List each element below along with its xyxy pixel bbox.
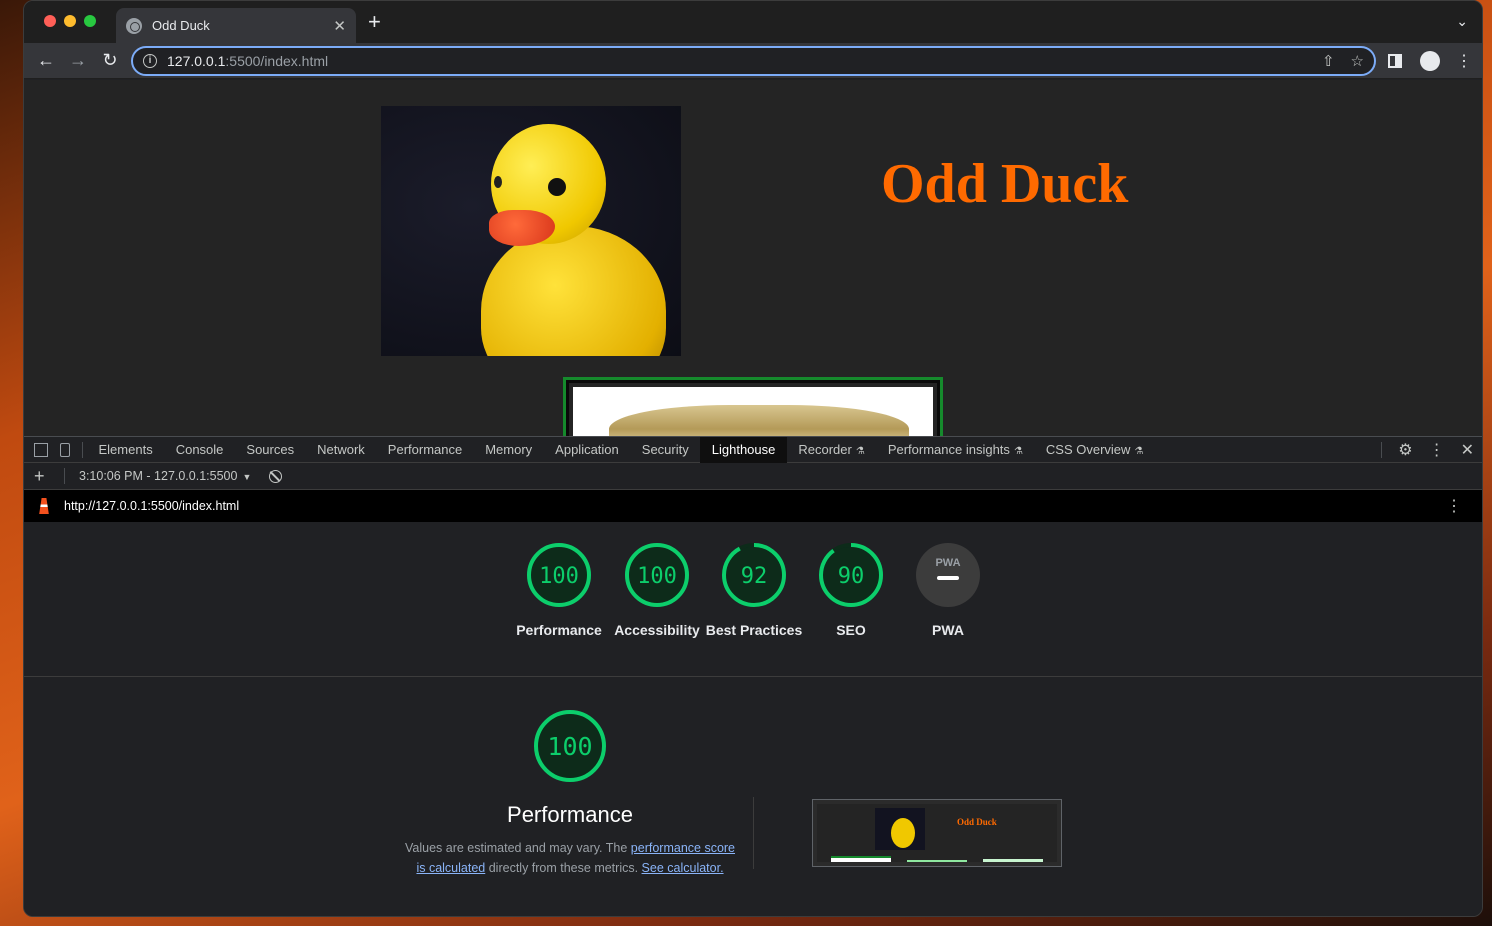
profile-avatar-icon[interactable] [1420,51,1440,71]
pwa-badge-icon: PWA [916,543,980,607]
gauge-accessibility[interactable]: 100 Accessibility [608,542,706,640]
side-panel-icon[interactable] [1388,54,1402,68]
globe-icon [126,17,142,34]
browser-window: Odd Duck ✕ + ⌄ ← → ↻ i 127.0.0.1 :5500/i… [23,0,1483,917]
browser-menu-icon[interactable]: ⋮ [1456,51,1472,71]
gauge-score: 100 [637,564,677,589]
gauge-pwa[interactable]: PWA PWA [899,542,997,640]
tab-performance[interactable]: Performance [376,437,473,463]
maximize-window-button[interactable] [84,15,96,27]
product-image [563,377,943,436]
performance-summary: 100 Performance Values are estimated and… [404,709,736,878]
devtools-menu-icon[interactable]: ⋮ [1429,440,1445,460]
tab-security[interactable]: Security [630,437,700,463]
performance-gauge-large: 100 [534,710,606,782]
new-report-plus-icon[interactable]: + [34,466,48,487]
gauge-best-practices[interactable]: 92 Best Practices [705,542,803,640]
forward-arrow-icon[interactable]: → [66,49,90,71]
tab-performance-insights[interactable]: Performance insights ⚗ [876,437,1034,463]
report-menu-icon[interactable]: ⋮ [1446,496,1462,516]
tab-search-chevron-icon[interactable]: ⌄ [1456,13,1468,30]
performance-title: Performance [507,802,633,827]
thumbnail-heading: Odd Duck [957,817,997,827]
experiment-flask-icon: ⚗ [1134,445,1144,457]
lighthouse-logo-icon [39,498,49,514]
tab-lighthouse[interactable]: Lighthouse [700,436,787,463]
lighthouse-toolbar: + 3:10:06 PM - 127.0.0.1:5500 ▼ [24,463,1482,490]
experiment-flask-icon: ⚗ [855,445,865,457]
inspect-element-icon[interactable] [34,442,48,457]
gauge-label: PWA [932,622,964,638]
gauge-label: SEO [836,622,866,638]
gauge-performance[interactable]: 100 Performance [510,542,608,640]
address-bar[interactable]: i 127.0.0.1 :5500/index.html ⇧ ☆ [131,46,1376,76]
performance-score: 100 [547,732,592,761]
url-host: 127.0.0.1 [167,53,226,69]
thumbnail-duck-image [875,808,925,850]
see-calculator-link[interactable]: See calculator. [642,861,724,875]
report-url: http://127.0.0.1:5500/index.html [64,499,240,513]
page-heading: Odd Duck [881,153,1129,215]
back-arrow-icon[interactable]: ← [34,49,58,71]
gauge-label: Best Practices [705,622,803,638]
tab-title: Odd Duck [152,18,210,33]
reload-icon[interactable]: ↻ [98,49,122,71]
gauge-label: Performance [516,622,602,638]
tab-console[interactable]: Console [164,437,235,463]
performance-description: Values are estimated and may vary. The p… [404,841,736,875]
gauge-score: 92 [741,564,768,589]
url-path: :5500/index.html [225,53,329,69]
final-screenshot-thumbnail[interactable]: Odd Duck [812,799,1062,867]
lighthouse-report-url-bar: http://127.0.0.1:5500/index.html ⋮ [24,490,1482,522]
gauge-score: 90 [838,564,865,589]
tab-elements[interactable]: Elements [87,437,164,463]
score-gauges: 100 Performance 100 Accessibility 92 Bes… [24,522,1482,677]
close-devtools-icon[interactable]: ✕ [1461,440,1474,460]
tab-sources[interactable]: Sources [235,437,306,463]
tab-css-overview[interactable]: CSS Overview ⚗ [1034,437,1155,463]
tab-application[interactable]: Application [544,437,631,463]
bookmark-star-icon[interactable]: ☆ [1351,52,1364,70]
gauge-label: Accessibility [614,622,700,638]
gauge-score: 100 [539,564,579,589]
devtools-tabbar: Elements Console Sources Network Perform… [24,436,1482,463]
tab-strip: Odd Duck ✕ + ⌄ [24,1,1482,43]
experiment-flask-icon: ⚗ [1013,445,1023,457]
site-info-icon[interactable]: i [143,54,157,68]
minimize-window-button[interactable] [64,15,76,27]
close-window-button[interactable] [44,15,56,27]
close-tab-icon[interactable]: ✕ [333,17,346,35]
gauge-ring: 100 [527,543,591,607]
dropdown-caret-icon: ▼ [242,472,252,482]
gauge-ring: 100 [625,543,689,607]
device-toolbar-icon[interactable] [60,442,70,457]
share-icon[interactable]: ⇧ [1322,52,1335,70]
settings-gear-icon[interactable]: ⚙ [1398,440,1412,460]
pwa-badge-text: PWA [935,557,960,569]
tab-network[interactable]: Network [306,437,377,463]
browser-tab[interactable]: Odd Duck ✕ [116,8,356,43]
gauge-ring: 92 [722,543,786,607]
new-tab-button[interactable]: + [368,11,381,33]
gauge-seo[interactable]: 90 SEO [802,542,900,640]
browser-toolbar: ← → ↻ i 127.0.0.1 :5500/index.html ⇧ ☆ ⋮ [24,43,1482,79]
tab-recorder[interactable]: Recorder ⚗ [787,437,876,463]
page-viewport: Odd Duck [24,80,1482,436]
devtools-panel: Elements Console Sources Network Perform… [24,436,1482,916]
report-selector[interactable]: 3:10:06 PM - 127.0.0.1:5500 ▼ [79,469,251,483]
clear-reports-icon[interactable] [269,469,283,483]
gauge-ring: 90 [819,543,883,607]
rubber-duck-image [381,106,681,356]
tab-memory[interactable]: Memory [474,437,544,463]
